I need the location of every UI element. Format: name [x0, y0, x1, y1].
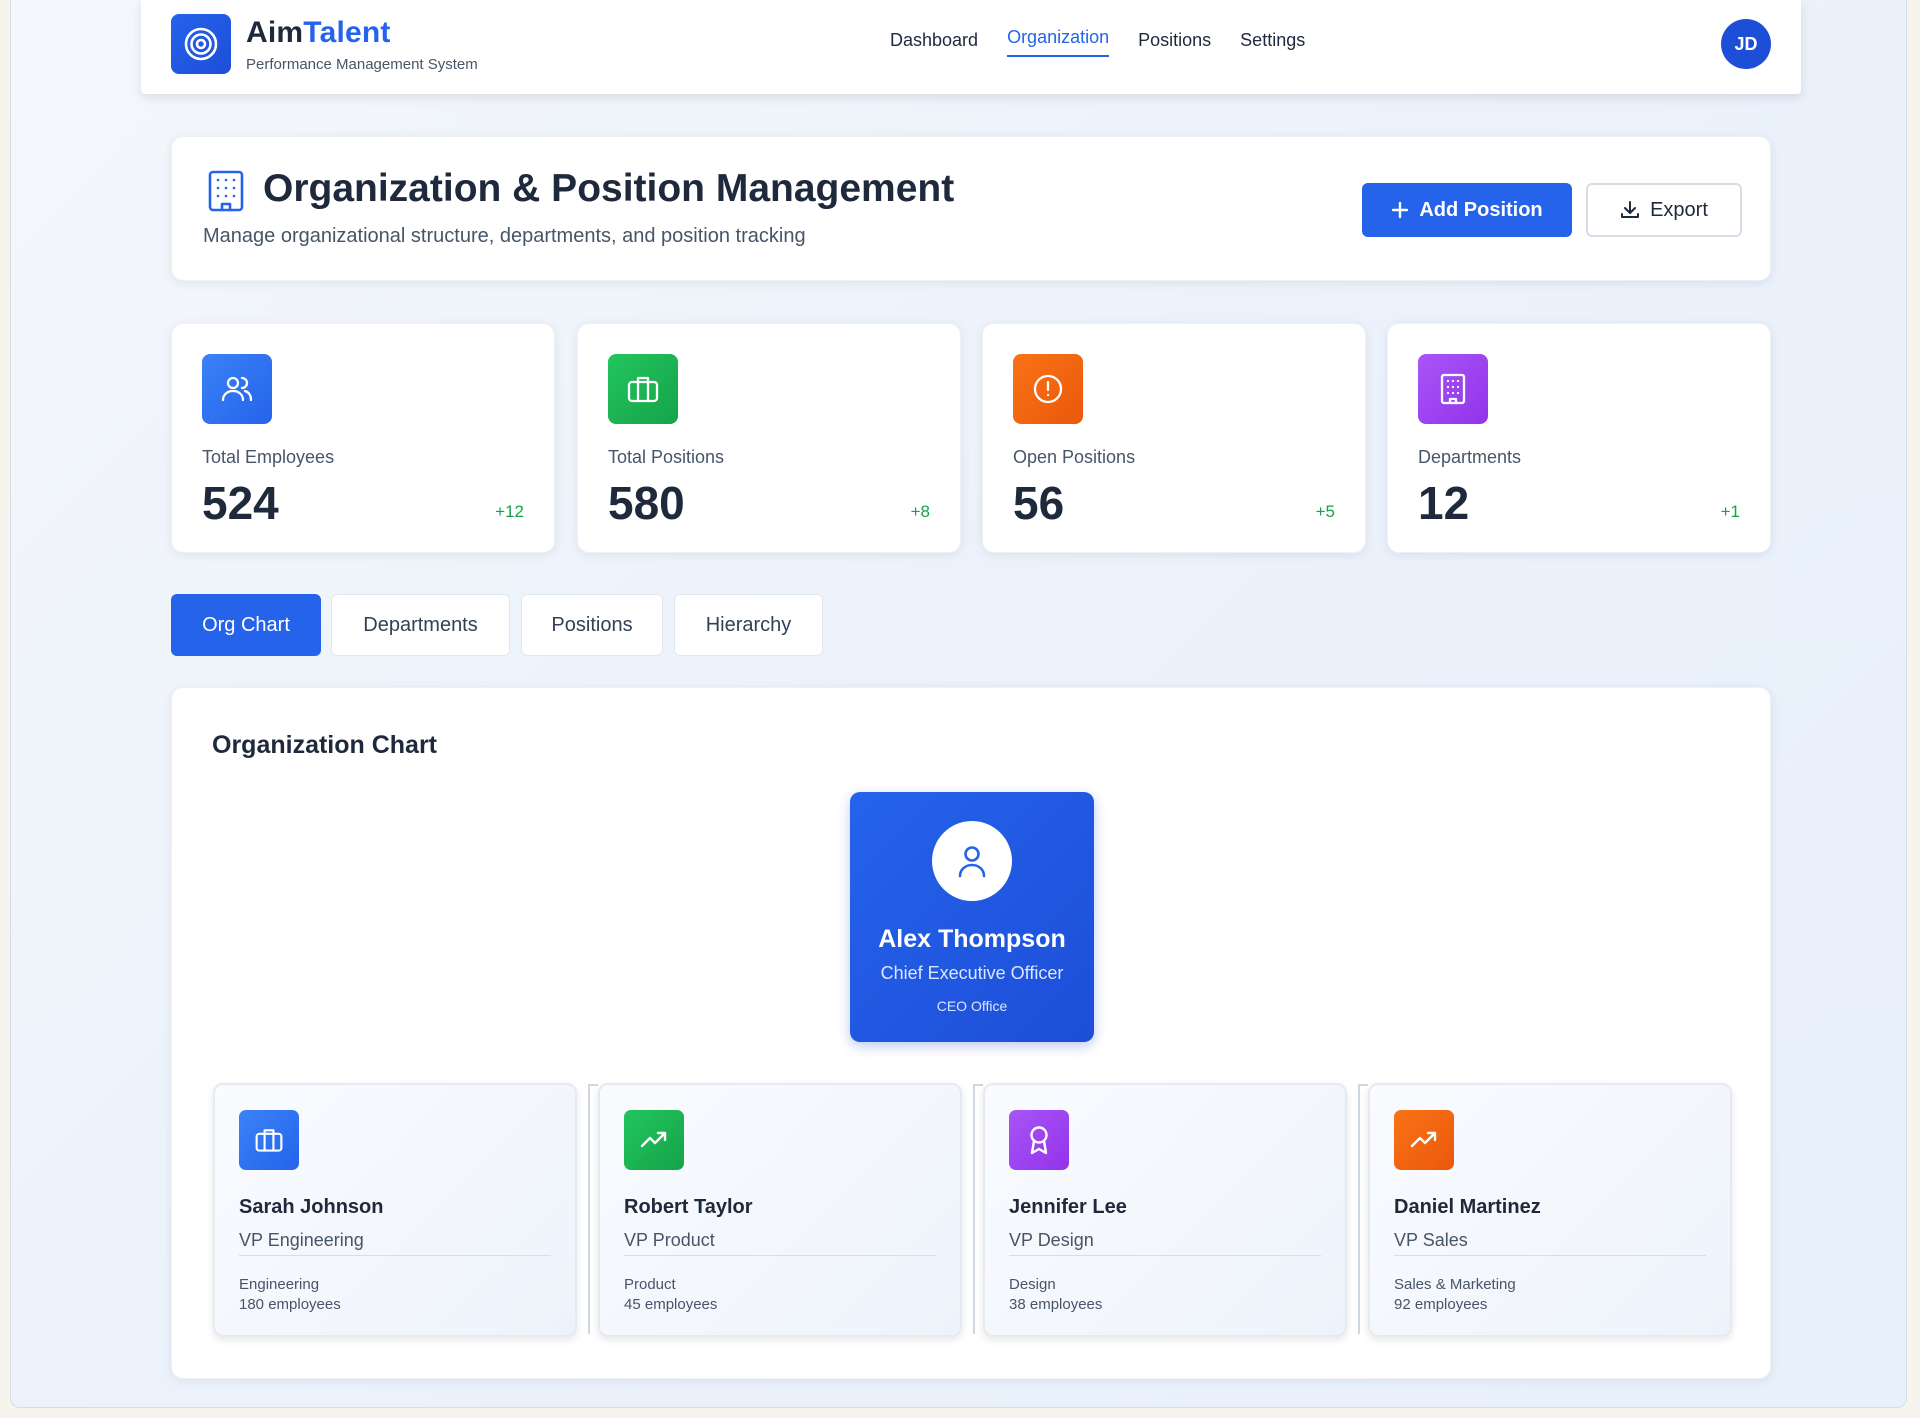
plus-icon — [1392, 201, 1409, 219]
briefcase-icon — [239, 1110, 299, 1170]
vp-card-sarah-johnson[interactable]: Sarah Johnson VP Engineering Engineering… — [213, 1083, 577, 1337]
main-nav: Dashboard Organization Positions Setting… — [890, 27, 1334, 57]
divider — [1394, 1255, 1706, 1256]
user-icon — [932, 821, 1012, 901]
org-connector-line — [1358, 1084, 1368, 1334]
tab-positions[interactable]: Positions — [521, 594, 663, 656]
divider — [239, 1255, 551, 1256]
top-navbar: AimTalent Performance Management System … — [141, 0, 1801, 94]
ceo-card[interactable]: Alex Thompson Chief Executive Officer CE… — [850, 792, 1094, 1042]
vp-card-daniel-martinez[interactable]: Daniel Martinez VP Sales Sales & Marketi… — [1368, 1083, 1732, 1337]
stat-card-open-positions: Open Positions 56 +5 — [982, 323, 1366, 553]
award-icon — [1009, 1110, 1069, 1170]
vp-name: Robert Taylor — [624, 1196, 753, 1218]
download-icon — [1621, 201, 1640, 218]
brand-name-part1: Aim — [246, 16, 304, 49]
vp-card-robert-taylor[interactable]: Robert Taylor VP Product Product 45 empl… — [598, 1083, 962, 1337]
users-icon — [202, 354, 272, 424]
stat-label: Open Positions — [1013, 447, 1136, 467]
trending-up-icon — [624, 1110, 684, 1170]
add-position-button[interactable]: Add Position — [1362, 183, 1572, 237]
org-chart-title: Organization Chart — [212, 731, 438, 759]
brand-subtitle: Performance Management System — [246, 56, 478, 73]
nav-item-positions[interactable]: Positions — [1138, 30, 1211, 57]
stat-value: 12 — [1418, 477, 1470, 529]
divider — [1009, 1255, 1321, 1256]
tab-org-chart[interactable]: Org Chart — [171, 594, 321, 656]
vp-role: VP Design — [1009, 1230, 1094, 1250]
divider — [624, 1255, 936, 1256]
vp-department: Design — [1009, 1276, 1056, 1293]
vp-employee-count: 92 employees — [1394, 1296, 1488, 1313]
stat-delta: +12 — [495, 502, 524, 521]
user-avatar[interactable]: JD — [1721, 19, 1771, 69]
nav-item-organization[interactable]: Organization — [1007, 27, 1110, 57]
building-icon — [206, 169, 246, 218]
org-chart-panel: Organization Chart Alex Thompson Chief E… — [171, 687, 1771, 1379]
logo-target-icon[interactable] — [171, 14, 231, 74]
stat-value: 580 — [608, 477, 685, 529]
trending-up-icon — [1394, 1110, 1454, 1170]
stat-card-total-positions: Total Positions 580 +8 — [577, 323, 961, 553]
ceo-department: CEO Office — [936, 998, 1008, 1014]
stat-value: 56 — [1013, 477, 1065, 529]
nav-item-settings[interactable]: Settings — [1240, 30, 1305, 57]
vp-name: Jennifer Lee — [1009, 1196, 1127, 1218]
brand-name[interactable]: AimTalent — [246, 16, 391, 50]
tab-hierarchy[interactable]: Hierarchy — [674, 594, 823, 656]
vp-card-jennifer-lee[interactable]: Jennifer Lee VP Design Design 38 employe… — [983, 1083, 1347, 1337]
alert-circle-icon — [1013, 354, 1083, 424]
stat-label: Total Positions — [608, 447, 725, 467]
stat-label: Total Employees — [202, 447, 335, 467]
export-label: Export — [1650, 198, 1708, 221]
vp-role: VP Engineering — [239, 1230, 364, 1250]
stat-delta: +1 — [1720, 502, 1740, 521]
vp-name: Daniel Martinez — [1394, 1196, 1541, 1218]
tab-departments[interactable]: Departments — [331, 594, 510, 656]
ceo-name: Alex Thompson — [878, 925, 1066, 953]
org-connector-line — [588, 1084, 598, 1334]
page-title: Organization & Position Management — [263, 167, 955, 210]
ceo-role: Chief Executive Officer — [880, 963, 1064, 983]
vp-employee-count: 180 employees — [239, 1296, 341, 1313]
page-header-card: Organization & Position Management Manag… — [171, 136, 1771, 281]
stat-value: 524 — [202, 477, 279, 529]
stat-card-total-employees: Total Employees 524 +12 — [171, 323, 555, 553]
nav-item-dashboard[interactable]: Dashboard — [890, 30, 978, 57]
vp-department: Engineering — [239, 1276, 320, 1293]
briefcase-icon — [608, 354, 678, 424]
stat-delta: +8 — [910, 502, 930, 521]
vp-employee-count: 38 employees — [1009, 1296, 1103, 1313]
add-position-label: Add Position — [1419, 198, 1543, 221]
building-icon — [1418, 354, 1488, 424]
vp-name: Sarah Johnson — [239, 1196, 384, 1218]
stat-label: Departments — [1418, 447, 1522, 467]
vp-employee-count: 45 employees — [624, 1296, 718, 1313]
page-subtitle: Manage organizational structure, departm… — [203, 225, 806, 247]
app-viewport: AimTalent Performance Management System … — [10, 0, 1907, 1408]
org-connector-line — [973, 1084, 983, 1334]
stat-delta: +5 — [1315, 502, 1335, 521]
stat-card-departments: Departments 12 +1 — [1387, 323, 1771, 553]
vp-role: VP Product — [624, 1230, 715, 1250]
brand-name-part2: Talent — [303, 16, 391, 49]
export-button[interactable]: Export — [1586, 183, 1742, 237]
vp-department: Sales & Marketing — [1394, 1276, 1516, 1293]
vp-department: Product — [624, 1276, 676, 1293]
vp-role: VP Sales — [1394, 1230, 1468, 1250]
